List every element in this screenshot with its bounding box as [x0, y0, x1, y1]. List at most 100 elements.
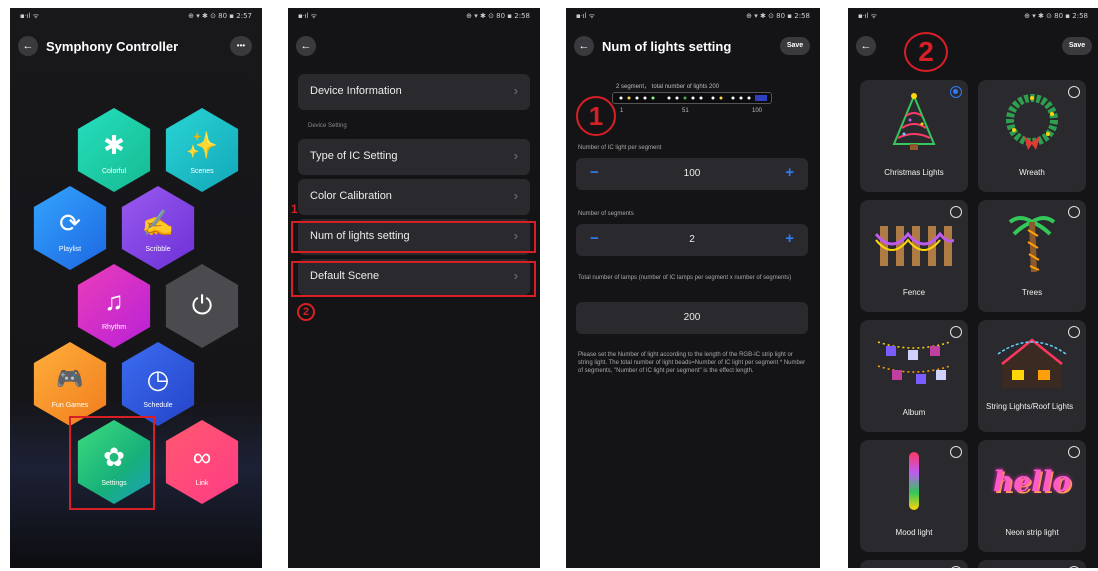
tile-power[interactable]: ⏻ — [165, 264, 239, 348]
back-arrow-icon[interactable]: ← — [856, 36, 876, 56]
highlight-box-default-scene — [291, 261, 536, 297]
strip-tick-mid: 51 — [682, 108, 689, 114]
tile-fun-games[interactable]: 🎮 Fun Games — [33, 342, 107, 426]
radio-unselected[interactable] — [950, 446, 962, 458]
tile-label: Rhythm — [101, 324, 127, 331]
mood-light-bar-icon — [909, 452, 919, 510]
increment-button[interactable]: + — [785, 230, 794, 248]
screen-default-scene: ▪ᐧıl ᯤ ⊕ ▾ ✱ ⊙ 80 ▪ 2:58 ← Save 2 Christ… — [848, 8, 1098, 568]
radio-unselected[interactable] — [1068, 326, 1080, 338]
screen-num-of-lights: ▪ᐧıl ᯤ ⊕ ▾ ✱ ⊙ 80 ▪ 2:58 ← Num of lights… — [566, 8, 820, 568]
radio-unselected[interactable] — [950, 566, 962, 568]
status-left: ▪ᐧıl ᯤ — [298, 12, 318, 20]
scene-name: Album — [902, 408, 926, 417]
status-right: ⊕ ▾ ✱ ⊙ 80 ▪ 2:58 — [466, 12, 530, 20]
section-label: Device Setting — [308, 123, 347, 129]
status-left: ▪ᐧıl ᯤ — [576, 12, 596, 20]
scene-card-neon-strip-light[interactable]: hello Neon strip light — [978, 440, 1086, 552]
strip-tick-end: 100 — [752, 108, 763, 114]
tile-label: Schedule — [143, 402, 173, 409]
tile-label: Scribble — [145, 246, 171, 253]
back-arrow-icon[interactable]: ← — [574, 36, 594, 56]
per-segment-value: 100 — [683, 168, 701, 179]
status-bar: ▪ᐧıl ᯤ ⊕ ▾ ✱ ⊙ 80 ▪ 2:58 — [298, 12, 530, 22]
scene-card-wreath[interactable]: Wreath — [978, 80, 1086, 192]
status-bar: ▪ᐧıl ᯤ ⊕ ▾ ✱ ⊙ 80 ▪ 2:58 — [858, 12, 1088, 22]
strip-caption: 2 segment， total number of lights 200 — [616, 84, 720, 90]
total-value: 200 — [683, 312, 701, 323]
radio-unselected[interactable] — [1068, 86, 1080, 98]
total-value-box: 200 — [576, 302, 808, 334]
step-marker-1: 1 — [576, 96, 616, 136]
tile-link[interactable]: ∞ Link — [165, 420, 239, 504]
radio-unselected[interactable] — [1068, 566, 1080, 568]
radio-unselected[interactable] — [950, 206, 962, 218]
screen-symphony-controller: ▪ᐧıl ᯤ ⊕ ▾ ✱ ⊙ 80 ▪ 2:57 ← Symphony Cont… — [10, 8, 262, 568]
radio-unselected[interactable] — [1068, 446, 1080, 458]
scene-name: Neon strip light — [1005, 528, 1059, 537]
led-dots — [619, 95, 767, 101]
highlight-box-settings — [69, 416, 155, 510]
page-title: Num of lights setting — [602, 39, 732, 54]
step-marker-1: 1 — [291, 202, 298, 216]
total-label: Total number of lamps (number of IC lamp… — [578, 275, 792, 281]
status-left: ▪ᐧıl ᯤ — [858, 12, 878, 20]
status-bar: ▪ᐧıl ᯤ ⊕ ▾ ✱ ⊙ 80 ▪ 2:57 — [20, 12, 252, 22]
status-right: ⊕ ▾ ✱ ⊙ 80 ▪ 2:58 — [1024, 12, 1088, 20]
radio-unselected[interactable] — [1068, 206, 1080, 218]
tile-scribble[interactable]: ✍ Scribble — [121, 186, 195, 270]
wreath-icon — [1006, 94, 1058, 150]
scene-card-christmas-lights[interactable]: Christmas Lights — [860, 80, 968, 192]
colorful-icon: ✱ — [103, 130, 125, 160]
row-label: Device Information — [310, 85, 402, 97]
row-label: Type of IC Setting — [310, 150, 398, 162]
tile-label: Playlist — [58, 246, 82, 253]
magic-wand-icon: ✨ — [185, 130, 219, 160]
status-right: ⊕ ▾ ✱ ⊙ 80 ▪ 2:58 — [746, 12, 810, 20]
fence-icon — [874, 226, 954, 266]
scene-name: Trees — [1021, 288, 1043, 297]
tile-rhythm[interactable]: ♫ Rhythm — [77, 264, 151, 348]
increment-button[interactable]: + — [785, 164, 794, 182]
status-right: ⊕ ▾ ✱ ⊙ 80 ▪ 2:57 — [188, 12, 252, 20]
tile-label: Fun Games — [51, 402, 89, 409]
scribble-icon: ✍ — [141, 208, 175, 238]
scene-name: Fence — [902, 288, 926, 297]
help-note: Please set the Number of light according… — [578, 352, 806, 374]
tile-playlist[interactable]: ⟳ Playlist — [33, 186, 107, 270]
playlist-icon: ⟳ — [59, 208, 81, 238]
music-note-icon: ♫ — [104, 286, 124, 316]
house-roof-lights-icon — [997, 338, 1067, 388]
tile-colorful[interactable]: ✱ Colorful — [77, 108, 151, 192]
radio-unselected[interactable] — [950, 326, 962, 338]
back-arrow-icon[interactable]: ← — [296, 36, 316, 56]
row-color-calibration[interactable]: Color Calibration › — [298, 179, 530, 215]
scene-name: Wreath — [1019, 168, 1045, 177]
chevron-right-icon: › — [513, 188, 518, 203]
save-button[interactable]: Save — [1062, 37, 1092, 55]
neon-hello-icon: hello — [992, 465, 1072, 498]
back-arrow-icon[interactable]: ← — [18, 36, 38, 56]
led-strip-preview — [612, 92, 772, 104]
scene-card-partial[interactable] — [860, 560, 968, 568]
scene-card-trees[interactable]: Trees — [978, 200, 1086, 312]
scene-name: String Lights/Roof Lights — [986, 402, 1074, 411]
per-segment-stepper[interactable]: − 100 + — [576, 158, 808, 190]
tile-label: Scenes — [190, 168, 214, 175]
row-device-information[interactable]: Device Information › — [298, 74, 530, 110]
scene-card-string-roof-lights[interactable]: String Lights/Roof Lights — [978, 320, 1086, 432]
scene-card-mood-light[interactable]: Mood light — [860, 440, 968, 552]
scene-card-partial[interactable] — [978, 560, 1086, 568]
more-options-icon[interactable]: ••• — [230, 36, 252, 56]
scene-card-album[interactable]: Album — [860, 320, 968, 432]
photo-album-icon — [877, 341, 951, 384]
screen-device-settings: ▪ᐧıl ᯤ ⊕ ▾ ✱ ⊙ 80 ▪ 2:58 ← Device Inform… — [288, 8, 540, 568]
segments-stepper[interactable]: − 2 + — [576, 224, 808, 256]
tile-scenes[interactable]: ✨ Scenes — [165, 108, 239, 192]
save-button[interactable]: Save — [780, 37, 810, 55]
scene-card-fence[interactable]: Fence — [860, 200, 968, 312]
row-type-of-ic-setting[interactable]: Type of IC Setting › — [298, 139, 530, 175]
radio-selected[interactable] — [950, 86, 962, 98]
tile-schedule[interactable]: ◷ Schedule — [121, 342, 195, 426]
step-marker-2: 2 — [297, 303, 315, 321]
